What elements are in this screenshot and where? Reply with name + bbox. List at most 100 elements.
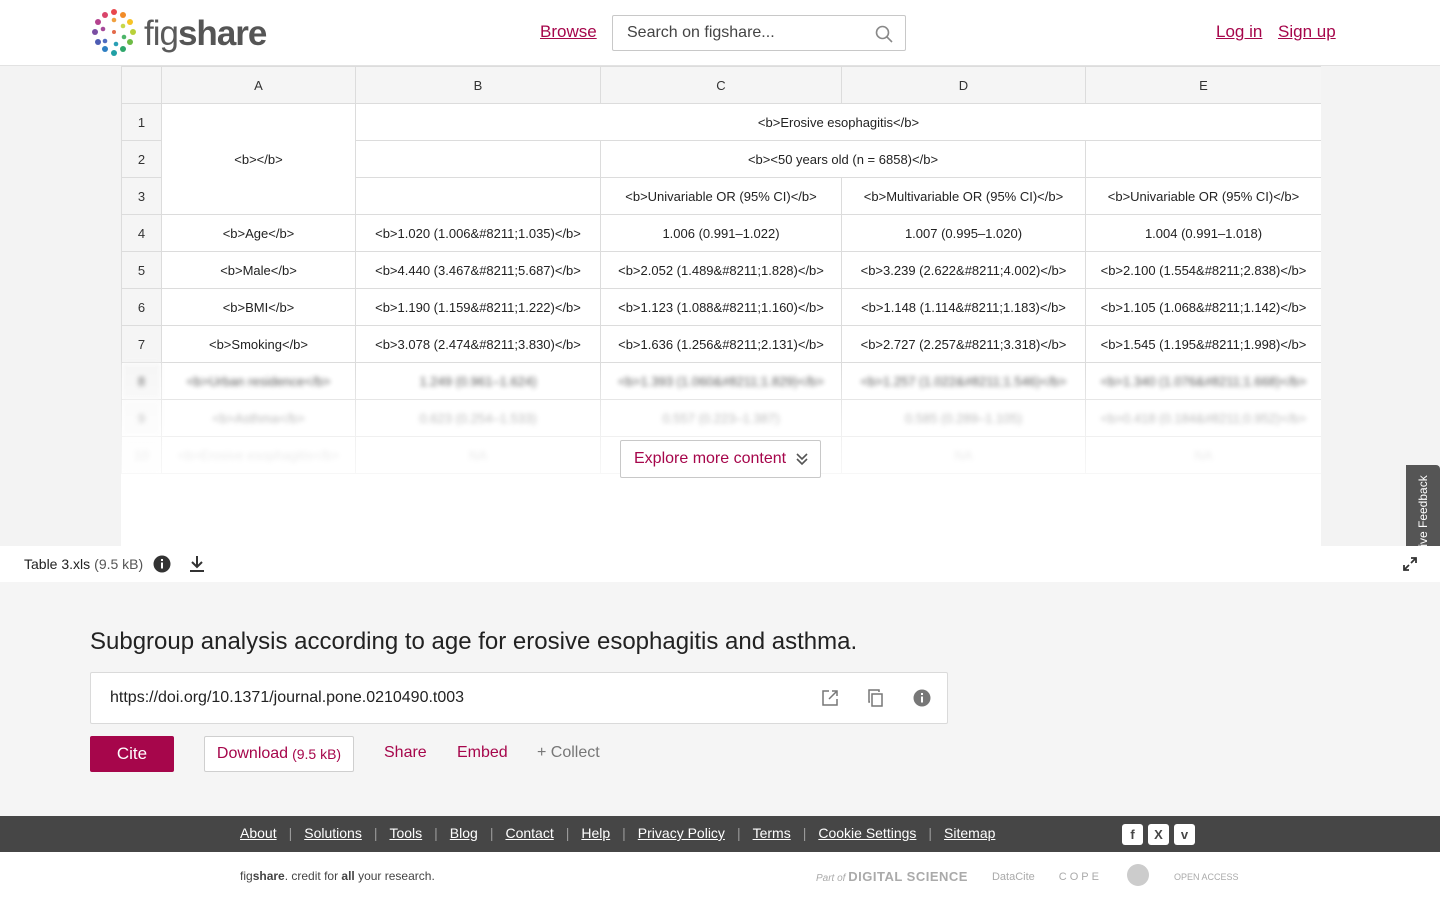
table-row: 6 <b>BMI</b> <b>1.190 (1.159&#8211;1.222…: [121, 288, 1321, 326]
separator: |: [489, 825, 494, 841]
table-cell: <b>1.123 (1.088&#8211;1.160)</b>: [600, 288, 842, 326]
separator: |: [802, 825, 807, 841]
figshare-logo-icon: [92, 9, 136, 56]
table-cell: 1.007 (0.995–1.020): [841, 214, 1086, 252]
table-cell: 0.585 (0.289–1.105): [841, 399, 1086, 437]
download-size: (9.5 kB): [292, 746, 342, 762]
doi-box: https://doi.org/10.1371/journal.pone.021…: [90, 672, 948, 724]
external-link-icon[interactable]: [821, 689, 839, 712]
table-cell: <b>1.636 (1.256&#8211;2.131)</b>: [600, 325, 842, 363]
table-cell: <b>BMI</b>: [161, 288, 356, 326]
info-icon[interactable]: [153, 555, 171, 573]
table-cell: <b>Male</b>: [161, 251, 356, 289]
facebook-icon[interactable]: f: [1122, 824, 1143, 845]
separator: |: [565, 825, 570, 841]
open-access-logo[interactable]: OPEN ACCESS: [1174, 872, 1239, 882]
footer-link-tools[interactable]: Tools: [389, 825, 422, 841]
table-cell: <b>1.545 (1.195&#8211;1.998)</b>: [1085, 325, 1321, 363]
file-name: Table 3.xls: [24, 556, 91, 572]
fullscreen-icon[interactable]: [1402, 556, 1418, 575]
row-number: 6: [121, 288, 162, 326]
table-cell: <b>Smoking</b>: [161, 325, 356, 363]
page-title: Subgroup analysis according to age for e…: [90, 628, 858, 655]
browse-link[interactable]: Browse: [540, 22, 597, 42]
row-number: 9: [121, 399, 162, 437]
row-number: 10: [121, 436, 162, 474]
x-twitter-icon[interactable]: X: [1148, 824, 1169, 845]
table-cell: NA: [841, 436, 1086, 474]
copy-icon[interactable]: [867, 689, 885, 712]
footer-link-privacy[interactable]: Privacy Policy: [638, 825, 725, 841]
table-cell: <b>1.340 (1.076&#8211;1.668)</b>: [1085, 362, 1321, 400]
item-metadata: Subgroup analysis according to age for e…: [0, 582, 1440, 816]
column-header: D: [841, 66, 1086, 104]
table-cell: [355, 177, 601, 215]
footer-bottom: figshare. credit for all your research. …: [0, 852, 1440, 900]
table-cell: 1.249 (0.961–1.624): [355, 362, 601, 400]
datacite-logo[interactable]: DataCite: [992, 871, 1035, 883]
table-row: 5 <b>Male</b> <b>4.440 (3.467&#8211;5.68…: [121, 251, 1321, 289]
separator: |: [434, 825, 438, 841]
table-cell: <b></b>: [161, 103, 356, 215]
table-cell: <b>Urban residence</b>: [161, 362, 356, 400]
row-number: 4: [121, 214, 162, 252]
signup-link[interactable]: Sign up: [1278, 22, 1336, 42]
search-icon[interactable]: [875, 25, 893, 48]
column-header: B: [355, 66, 601, 104]
footer-link-sitemap[interactable]: Sitemap: [944, 825, 995, 841]
column-header-row: A B C D E: [121, 66, 1321, 104]
table-cell: <b>Univariable OR (95% CI)</b>: [600, 177, 842, 215]
partner-logos: Part of DIGITAL SCIENCE DataCite COPE OP…: [816, 863, 1238, 890]
login-link[interactable]: Log in: [1216, 22, 1262, 42]
explore-more-button[interactable]: Explore more content: [620, 440, 821, 478]
cope-logo[interactable]: COPE: [1059, 871, 1102, 883]
footer-link-about[interactable]: About: [240, 825, 277, 841]
table-cell: <b>Univariable OR (95% CI)</b>: [1085, 177, 1321, 215]
share-link[interactable]: Share: [384, 744, 427, 762]
download-button[interactable]: Download (9.5 kB): [204, 736, 354, 772]
column-header: E: [1085, 66, 1321, 104]
table-cell: <b>Multivariable OR (95% CI)</b>: [841, 177, 1086, 215]
table-cell: <b>1.148 (1.114&#8211;1.183)</b>: [841, 288, 1086, 326]
footer-link-blog[interactable]: Blog: [450, 825, 478, 841]
table-cell: <b>3.239 (2.622&#8211;4.002)</b>: [841, 251, 1086, 289]
footer-tagline: figshare. credit for all your research.: [240, 869, 435, 883]
separator: |: [288, 825, 293, 841]
table-cell: [355, 140, 601, 178]
table-cell: <b>Erosive esophagitis</b>: [355, 103, 1321, 141]
vimeo-icon[interactable]: v: [1174, 824, 1195, 845]
embed-link[interactable]: Embed: [457, 744, 508, 762]
footer-link-terms[interactable]: Terms: [753, 825, 791, 841]
table-cell: <b>1.105 (1.068&#8211;1.142)</b>: [1085, 288, 1321, 326]
search-box: [612, 15, 906, 51]
table-cell: <b>0.418 (0.184&#8211;0.952)</b>: [1085, 399, 1321, 437]
row-number: 3: [121, 177, 162, 215]
seal-icon[interactable]: [1126, 863, 1150, 890]
download-label: Download: [216, 745, 289, 762]
double-chevron-down-icon: [795, 451, 809, 472]
table-row: 4 <b>Age</b> <b>1.020 (1.006&#8211;1.035…: [121, 214, 1321, 252]
table-cell: <b>4.440 (3.467&#8211;5.687)</b>: [355, 251, 601, 289]
table-cell: <b>1.190 (1.159&#8211;1.222)</b>: [355, 288, 601, 326]
doi-link[interactable]: https://doi.org/10.1371/journal.pone.021…: [110, 689, 464, 707]
table-cell: <b>1.257 (1.022&#8211;1.546)</b>: [841, 362, 1086, 400]
footer-link-solutions[interactable]: Solutions: [304, 825, 362, 841]
column-header: A: [161, 66, 356, 104]
corner-cell: [121, 66, 162, 104]
figshare-logo[interactable]: figshare: [89, 7, 267, 59]
separator: |: [928, 825, 933, 841]
footer-link-help[interactable]: Help: [581, 825, 610, 841]
digital-science-logo[interactable]: Part of DIGITAL SCIENCE: [816, 869, 968, 884]
info-icon[interactable]: [913, 689, 931, 712]
cite-button[interactable]: Cite: [90, 736, 174, 772]
table-cell: <b>Asthma</b>: [161, 399, 356, 437]
spreadsheet-table: A B C D E 1 <b></b> <b>Erosive esophagit…: [121, 66, 1321, 474]
collect-link[interactable]: + Collect: [537, 744, 600, 762]
download-icon[interactable]: [189, 555, 205, 573]
footer-link-cookie-settings[interactable]: Cookie Settings: [818, 825, 916, 841]
search-input[interactable]: [627, 24, 857, 42]
column-header: C: [600, 66, 842, 104]
table-cell: NA: [1085, 436, 1321, 474]
footer-link-contact[interactable]: Contact: [505, 825, 553, 841]
table-cell: <b>3.078 (2.474&#8211;3.830)</b>: [355, 325, 601, 363]
